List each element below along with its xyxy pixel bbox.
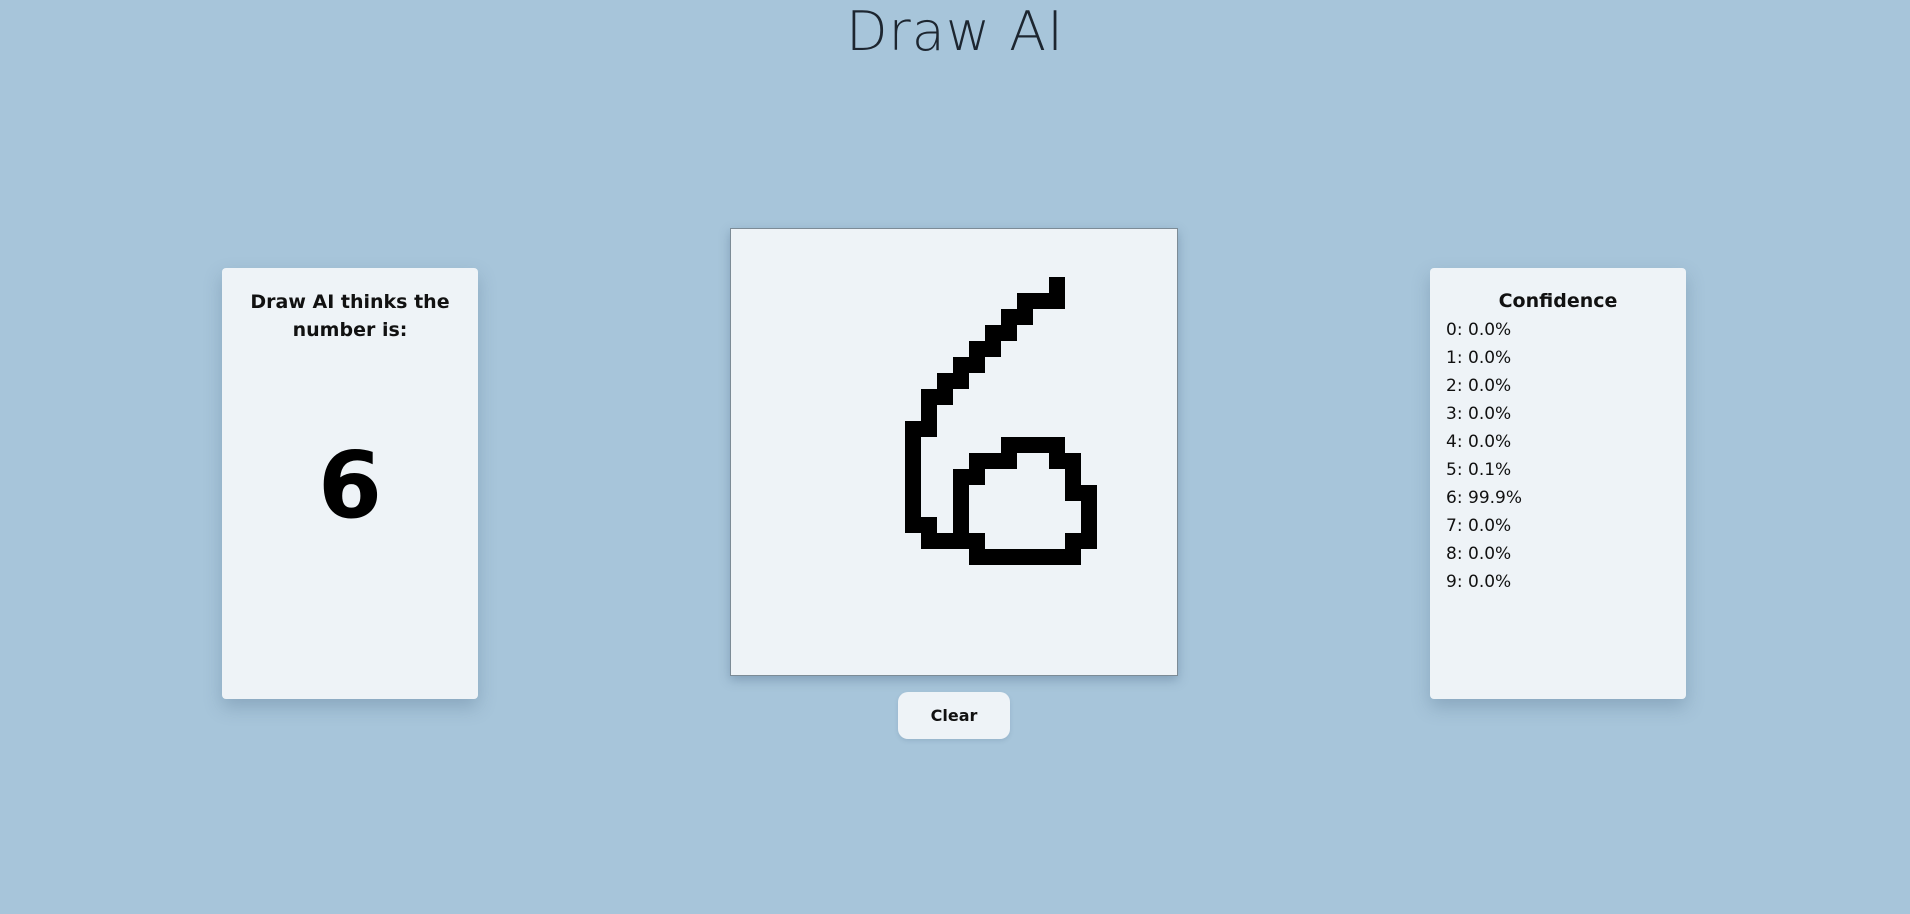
confidence-value: 0.0%: [1468, 404, 1512, 424]
prediction-card: Draw AI thinks the number is: 6: [222, 268, 478, 699]
ink-pixel: [905, 517, 921, 533]
confidence-digit: 6:: [1446, 488, 1463, 508]
ink-pixel: [905, 501, 921, 517]
ink-pixel: [1065, 485, 1081, 501]
app-title: Draw AI: [845, 0, 1065, 63]
ink-pixel: [1081, 533, 1097, 549]
ink-pixel: [1065, 549, 1081, 565]
ink-pixel: [921, 421, 937, 437]
ink-pixel: [921, 405, 937, 421]
confidence-digit: 2:: [1446, 376, 1463, 396]
ink-pixel: [921, 517, 937, 533]
confidence-value: 0.0%: [1468, 320, 1512, 340]
ink-pixel: [953, 485, 969, 501]
ink-pixel: [1081, 517, 1097, 533]
confidence-row: 9: 0.0%: [1446, 568, 1686, 596]
ink-pixel: [985, 549, 1001, 565]
ink-pixel: [1049, 437, 1065, 453]
confidence-value: 99.9%: [1468, 488, 1523, 508]
confidence-value: 0.1%: [1468, 460, 1512, 480]
ink-pixel: [1065, 469, 1081, 485]
ink-pixel: [1001, 325, 1017, 341]
ink-pixel: [905, 437, 921, 453]
ink-pixel: [905, 485, 921, 501]
ink-pixel: [1033, 437, 1049, 453]
ink-pixel: [969, 469, 985, 485]
confidence-value: 0.0%: [1468, 348, 1512, 368]
ink-pixel: [953, 469, 969, 485]
ink-pixel: [1081, 485, 1097, 501]
ink-pixel: [1017, 549, 1033, 565]
confidence-row: 5: 0.1%: [1446, 456, 1686, 484]
ink-pixel: [905, 453, 921, 469]
confidence-row: 1: 0.0%: [1446, 344, 1686, 372]
confidence-digit: 0:: [1446, 320, 1463, 340]
ink-pixel: [937, 533, 953, 549]
confidence-row: 0: 0.0%: [1446, 316, 1686, 344]
ink-pixel: [1049, 277, 1065, 293]
ink-pixel: [1017, 293, 1033, 309]
confidence-digit: 4:: [1446, 432, 1463, 452]
ink-pixel: [953, 517, 969, 533]
ink-pixel: [1049, 453, 1065, 469]
ink-pixel: [1033, 549, 1049, 565]
confidence-digit: 3:: [1446, 404, 1463, 424]
ink-pixel: [1001, 437, 1017, 453]
confidence-digit: 7:: [1446, 516, 1463, 536]
confidence-value: 0.0%: [1468, 376, 1512, 396]
confidence-row: 7: 0.0%: [1446, 512, 1686, 540]
confidence-row: 8: 0.0%: [1446, 540, 1686, 568]
ink-pixel: [905, 421, 921, 437]
ink-pixel: [1081, 501, 1097, 517]
confidence-row: 6: 99.9%: [1446, 484, 1686, 512]
ink-pixel: [969, 453, 985, 469]
ink-pixel: [1001, 549, 1017, 565]
confidence-value: 0.0%: [1468, 572, 1512, 592]
confidence-value: 0.0%: [1468, 544, 1512, 564]
confidence-digit: 8:: [1446, 544, 1463, 564]
predicted-digit: 6: [317, 432, 382, 539]
confidence-list: 0: 0.0% 1: 0.0% 2: 0.0% 3: 0.0% 4: 0.0% 5: 0.1…: [1446, 316, 1686, 596]
ink-pixel: [1001, 309, 1017, 325]
ink-pixel: [937, 389, 953, 405]
confidence-digit: 9:: [1446, 572, 1463, 592]
confidence-card: Confidence 0: 0.0% 1: 0.0% 2: 0.0% 3: 0.0% 4…: [1430, 268, 1686, 699]
ink-pixel: [921, 389, 937, 405]
confidence-digit: 5:: [1446, 460, 1463, 480]
confidence-heading: Confidence: [1498, 290, 1618, 312]
ink-pixel: [969, 341, 985, 357]
drawing-canvas[interactable]: [730, 228, 1178, 676]
ink-pixel: [985, 453, 1001, 469]
ink-pixel: [1033, 293, 1049, 309]
ink-pixel: [985, 325, 1001, 341]
ink-pixel: [905, 469, 921, 485]
ink-pixel: [969, 549, 985, 565]
clear-button[interactable]: Clear: [898, 692, 1010, 739]
ink-pixel: [953, 501, 969, 517]
ink-pixel: [937, 373, 953, 389]
ink-pixel: [921, 533, 937, 549]
confidence-value: 0.0%: [1468, 516, 1512, 536]
ink-pixel: [1049, 293, 1065, 309]
confidence-digit: 1:: [1446, 348, 1463, 368]
ink-pixel: [985, 341, 1001, 357]
ink-pixel: [953, 533, 969, 549]
confidence-value: 0.0%: [1468, 432, 1512, 452]
ink-pixel: [1017, 309, 1033, 325]
ink-pixel: [969, 533, 985, 549]
confidence-row: 4: 0.0%: [1446, 428, 1686, 456]
ink-pixel: [1001, 453, 1017, 469]
drawn-digit-strokes: [905, 277, 1097, 565]
ink-pixel: [953, 373, 969, 389]
confidence-row: 2: 0.0%: [1446, 372, 1686, 400]
ink-pixel: [1065, 533, 1081, 549]
ink-pixel: [953, 357, 969, 373]
ink-pixel: [1049, 549, 1065, 565]
ink-pixel: [1017, 437, 1033, 453]
confidence-row: 3: 0.0%: [1446, 400, 1686, 428]
ink-pixel: [969, 357, 985, 373]
ink-pixel: [1065, 453, 1081, 469]
prediction-heading: Draw AI thinks the number is:: [250, 291, 450, 341]
